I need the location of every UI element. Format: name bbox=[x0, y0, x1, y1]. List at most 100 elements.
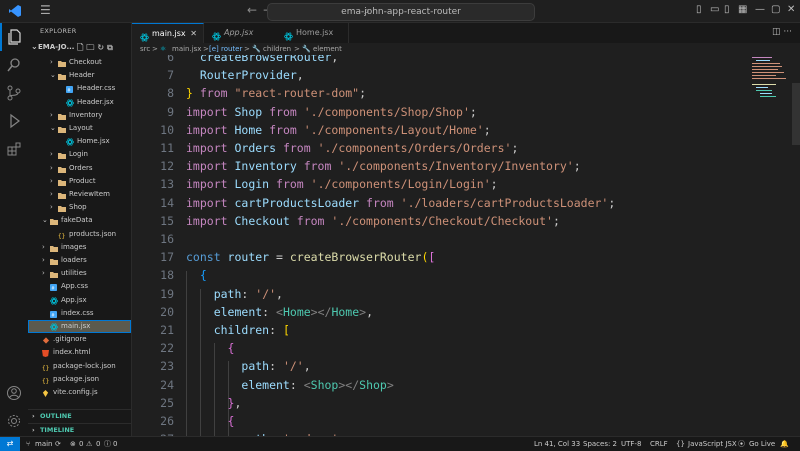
minimize-icon[interactable]: — bbox=[755, 4, 765, 15]
vertical-scrollbar[interactable] bbox=[792, 55, 800, 436]
code-line[interactable]: RouterProvider, bbox=[186, 66, 304, 84]
source-control-icon[interactable] bbox=[0, 79, 28, 107]
branch-name[interactable]: main bbox=[35, 437, 53, 451]
maximize-icon[interactable]: ▢ bbox=[771, 4, 780, 15]
code-line[interactable]: path: '/', bbox=[186, 285, 283, 303]
account-icon[interactable] bbox=[0, 379, 28, 407]
explorer-icon[interactable] bbox=[0, 23, 28, 51]
timeline-section[interactable]: › TIMELINE bbox=[28, 423, 131, 436]
tree-item-utilities[interactable]: › utilities bbox=[28, 267, 131, 280]
go-live-button[interactable]: Go Live bbox=[749, 437, 775, 451]
tree-item-checkout[interactable]: › Checkout bbox=[28, 56, 131, 69]
customize-layout-icon[interactable]: ▦ bbox=[738, 4, 747, 15]
code-line[interactable]: element: <Shop></Shop> bbox=[186, 376, 393, 394]
tree-item-loaders[interactable]: › loaders bbox=[28, 254, 131, 267]
code-area[interactable]: createBrowserRouter, RouterProvider,} fr… bbox=[186, 55, 746, 436]
code-line[interactable]: { bbox=[186, 339, 235, 357]
code-line[interactable]: } from "react-router-dom"; bbox=[186, 84, 366, 102]
run-debug-icon[interactable] bbox=[0, 107, 28, 135]
tree-item-vite-config-js[interactable]: vite.config.js bbox=[28, 386, 131, 399]
code-line[interactable]: element: <Home></Home>, bbox=[186, 303, 373, 321]
line-ending[interactable]: CRLF bbox=[650, 437, 668, 451]
tree-item-header[interactable]: ⌄ Header bbox=[28, 69, 131, 82]
breadcrumb-element[interactable]: element bbox=[313, 43, 342, 55]
code-line[interactable]: }, bbox=[186, 394, 242, 412]
close-tab-icon[interactable]: ✕ bbox=[190, 24, 197, 44]
tree-item-index-css[interactable]: # index.css bbox=[28, 307, 131, 320]
tree-item-package-lock-json[interactable]: {} package-lock.json bbox=[28, 360, 131, 373]
extensions-icon[interactable] bbox=[0, 135, 28, 163]
scrollbar-thumb[interactable] bbox=[792, 83, 800, 145]
tab-home-jsx[interactable]: Home.jsx bbox=[276, 23, 349, 43]
sidebar-toggle-icon[interactable]: ▯ bbox=[724, 4, 730, 15]
code-token: ; bbox=[573, 159, 581, 174]
split-editor-icon[interactable]: ◫ ··· bbox=[772, 27, 792, 37]
code-line[interactable]: import Home from './components/Layout/Ho… bbox=[186, 121, 491, 139]
search-icon[interactable] bbox=[0, 51, 28, 79]
breadcrumb-file[interactable]: main.jsx bbox=[172, 43, 201, 55]
tree-item-layout[interactable]: ⌄ Layout bbox=[28, 122, 131, 135]
breadcrumb-src[interactable]: src bbox=[140, 43, 150, 55]
code-token: , bbox=[331, 55, 339, 64]
tree-item-images[interactable]: › images bbox=[28, 241, 131, 254]
language-mode[interactable]: JavaScript JSX bbox=[688, 437, 737, 451]
tree-item-inventory[interactable]: › Inventory bbox=[28, 109, 131, 122]
json-icon: {} bbox=[42, 376, 50, 385]
breadcrumb-children[interactable]: children bbox=[263, 43, 291, 55]
tree-item-app-jsx[interactable]: App.jsx bbox=[28, 294, 131, 307]
tree-item-home-jsx[interactable]: Home.jsx bbox=[28, 135, 131, 148]
tree-item-index-html[interactable]: index.html bbox=[28, 346, 131, 359]
code-token: './loaders/cartProductsLoader' bbox=[400, 195, 609, 210]
tree-item-shop[interactable]: › Shop bbox=[28, 201, 131, 214]
code-line[interactable]: import Orders from './components/Orders/… bbox=[186, 139, 518, 157]
code-line[interactable]: import Login from './components/Login/Lo… bbox=[186, 175, 498, 193]
cursor-position[interactable]: Ln 41, Col 33 bbox=[534, 437, 580, 451]
command-center-search[interactable]: ⌕ ema-john-app-react-router bbox=[267, 3, 535, 21]
tree-item-product[interactable]: › Product bbox=[28, 175, 131, 188]
minimap[interactable] bbox=[752, 55, 792, 115]
layout-toggle-icon[interactable]: ▯ bbox=[696, 4, 702, 15]
tab-app-jsx[interactable]: App.jsx bbox=[204, 23, 277, 43]
indent-setting[interactable]: Spaces: 2 bbox=[583, 437, 617, 451]
error-count[interactable]: 0 bbox=[79, 437, 83, 451]
code-line[interactable]: { bbox=[186, 412, 235, 430]
tree-item-products-json[interactable]: {} products.json bbox=[28, 228, 131, 241]
tree-item-app-css[interactable]: # App.css bbox=[28, 280, 131, 293]
code-line[interactable]: const router = createBrowserRouter([ bbox=[186, 248, 435, 266]
breadcrumb-router[interactable]: [e] router bbox=[209, 43, 242, 55]
tree-item-reviewitem[interactable]: › ReviewItem bbox=[28, 188, 131, 201]
tree-item-package-json[interactable]: {} package.json bbox=[28, 373, 131, 386]
tab-main-jsx[interactable]: main.jsx ✕ bbox=[132, 23, 204, 43]
settings-gear-icon[interactable] bbox=[0, 407, 28, 435]
sync-icon[interactable]: ⟳ bbox=[55, 437, 61, 451]
code-token: ; bbox=[511, 141, 519, 155]
explorer-toolbar-icons[interactable]: 🗋🗀↻⧉ bbox=[77, 42, 116, 56]
tree-item-orders[interactable]: › Orders bbox=[28, 162, 131, 175]
menu-icon[interactable]: ☰ bbox=[40, 3, 51, 17]
code-line[interactable]: children: [ bbox=[186, 321, 290, 339]
project-root-header[interactable]: ⌄ EMA-JO... 🗋🗀↻⧉ bbox=[28, 41, 131, 55]
code-editor[interactable]: 6789101112131415161718192021222324252627… bbox=[132, 55, 800, 436]
code-line[interactable]: createBrowserRouter, bbox=[186, 55, 339, 66]
code-line[interactable]: import Checkout from './components/Check… bbox=[186, 212, 560, 230]
panel-toggle-icon[interactable]: ▭ bbox=[710, 4, 719, 15]
tree-item-login[interactable]: › Login bbox=[28, 148, 131, 161]
tree-item-header-jsx[interactable]: Header.jsx bbox=[28, 96, 131, 109]
remote-icon[interactable]: ⇄ bbox=[0, 437, 20, 451]
code-line[interactable]: import Shop from './components/Shop/Shop… bbox=[186, 103, 477, 121]
notifications-bell-icon[interactable]: 🔔 bbox=[780, 437, 789, 451]
tree-item-fakedata[interactable]: ⌄ fakeData bbox=[28, 214, 131, 227]
outline-section[interactable]: › OUTLINE bbox=[28, 409, 131, 423]
info-count[interactable]: 0 bbox=[113, 437, 117, 451]
code-line[interactable]: import Inventory from './components/Inve… bbox=[186, 157, 581, 175]
close-window-icon[interactable]: ✕ bbox=[787, 4, 795, 15]
code-line[interactable]: path: '/', bbox=[186, 357, 310, 375]
code-line[interactable]: import cartProductsLoader from './loader… bbox=[186, 194, 615, 212]
tree-item-main-jsx[interactable]: main.jsx bbox=[28, 320, 131, 333]
tree-item-gitignore[interactable]: .gitignore bbox=[28, 333, 131, 346]
warning-count[interactable]: 0 bbox=[96, 437, 100, 451]
code-line[interactable]: { bbox=[186, 266, 207, 284]
encoding[interactable]: UTF-8 bbox=[621, 437, 641, 451]
back-arrow-icon[interactable]: ← bbox=[247, 3, 257, 17]
tree-item-header-css[interactable]: # Header.css bbox=[28, 82, 131, 95]
